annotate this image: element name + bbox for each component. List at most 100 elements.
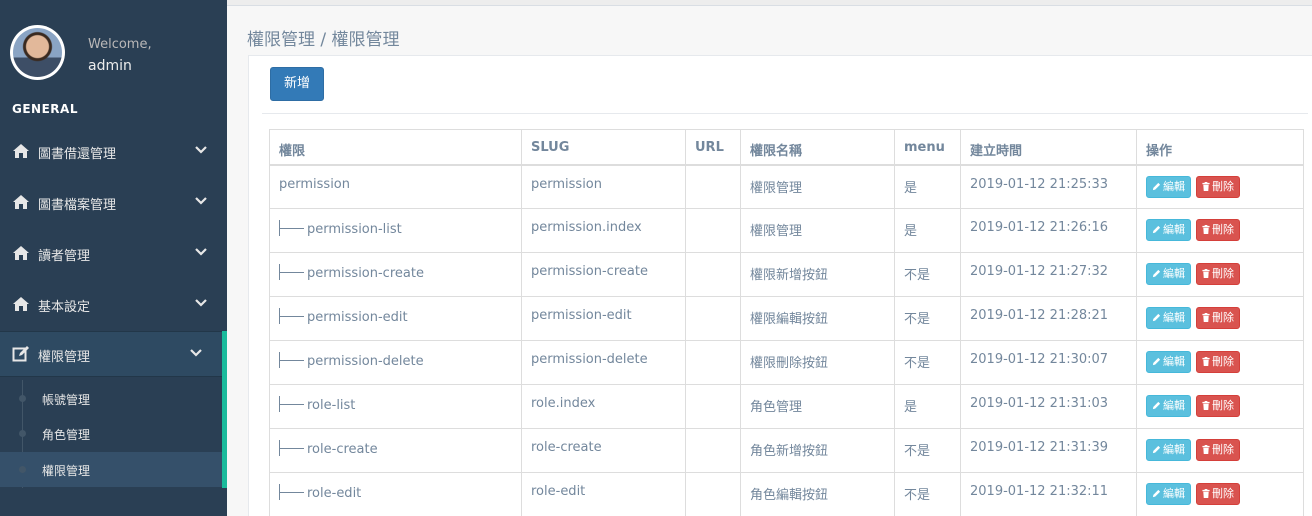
pencil-icon (1152, 355, 1163, 368)
cell-slug: permission-create (521, 252, 686, 297)
cell-permission: permission-list (269, 208, 522, 253)
cell-created: 2019-01-12 21:27:32 (960, 252, 1137, 297)
edit-label: 編輯 (1163, 399, 1185, 412)
column-header[interactable]: 建立時間 (960, 129, 1137, 166)
permission-name: role-list (307, 398, 356, 413)
chevron-down-icon (195, 299, 207, 307)
sidebar-item-readers[interactable]: 讀者管理 (0, 228, 227, 278)
sidebar-item-circulation[interactable]: 圖書借還管理 (0, 126, 227, 176)
sidebar-item-label: 圖書借還管理 (38, 147, 117, 162)
delete-button[interactable]: 刪除 (1196, 307, 1240, 329)
edit-button[interactable]: 編輯 (1146, 175, 1191, 198)
permissions-table: 權限 SLUG URL 權限名稱 menu 建立時間 操作 permission… (269, 129, 1304, 516)
column-header[interactable]: SLUG (521, 129, 686, 166)
submenu-item-accounts[interactable]: 帳號管理 (0, 381, 222, 416)
cell-permission: role-create (269, 428, 522, 473)
sidebar-item-books[interactable]: 圖書檔案管理 (0, 177, 227, 227)
cell-title: 權限管理 (740, 208, 895, 253)
edit-icon (12, 346, 29, 362)
column-header[interactable]: 權限名稱 (740, 129, 895, 166)
submenu-item-label: 角色管理 (42, 428, 91, 442)
delete-label: 刪除 (1212, 355, 1234, 368)
permission-name: permission-edit (307, 310, 408, 325)
cell-actions: 編輯 刪除 (1136, 384, 1304, 429)
avatar[interactable] (10, 25, 65, 80)
cell-title: 權限編輯按鈕 (740, 296, 895, 341)
edit-button[interactable]: 編輯 (1146, 263, 1191, 285)
delete-button[interactable]: 刪除 (1196, 219, 1240, 241)
cell-created: 2019-01-12 21:30:07 (960, 340, 1137, 385)
edit-button[interactable]: 編輯 (1146, 351, 1191, 373)
sidebar: Welcome, admin GENERAL 圖書借還管理 圖書檔案管理 讀者管… (0, 0, 227, 516)
trash-icon (1202, 311, 1212, 324)
submenu-item-permissions[interactable]: 權限管理 (0, 452, 222, 487)
sidebar-item-settings[interactable]: 基本設定 (0, 279, 227, 329)
tree-connector-icon (279, 220, 307, 236)
edit-label: 編輯 (1163, 179, 1185, 193)
top-nav (227, 0, 1312, 6)
home-icon (13, 195, 29, 209)
cell-created: 2019-01-12 21:25:33 (960, 164, 1137, 209)
column-header[interactable]: URL (685, 129, 741, 166)
trash-icon (1202, 180, 1212, 193)
trash-icon (1202, 487, 1212, 500)
cell-menu: 不是 (894, 296, 961, 341)
cell-menu: 是 (894, 384, 961, 429)
tree-connector-icon (279, 440, 307, 456)
submenu-item-roles[interactable]: 角色管理 (0, 416, 222, 451)
edit-button[interactable]: 編輯 (1146, 395, 1191, 417)
edit-button[interactable]: 編輯 (1146, 219, 1191, 241)
cell-created: 2019-01-12 21:31:39 (960, 428, 1137, 473)
pencil-icon (1152, 267, 1163, 280)
cell-url (685, 164, 741, 209)
edit-button[interactable]: 編輯 (1146, 439, 1191, 461)
table-row: permission-create permission-create 權限新增按鈕… (269, 252, 1304, 297)
cell-permission: permission-delete (269, 340, 522, 385)
edit-label: 編輯 (1163, 311, 1185, 324)
cell-url (685, 340, 741, 385)
delete-button[interactable]: 刪除 (1196, 439, 1240, 461)
chevron-down-icon (190, 349, 202, 357)
permission-name: permission-list (307, 222, 402, 237)
table-row: permission-edit permission-edit 權限編輯按鈕 不是 20… (269, 296, 1304, 341)
cell-slug: permission (521, 164, 686, 209)
trash-icon (1202, 223, 1212, 236)
breadcrumb: 權限管理 / 權限管理 (247, 30, 400, 50)
pencil-icon (1152, 399, 1163, 412)
chevron-down-icon (195, 146, 207, 154)
edit-button[interactable]: 編輯 (1146, 307, 1191, 329)
cell-url (685, 472, 741, 516)
delete-button[interactable]: 刪除 (1196, 263, 1240, 285)
cell-actions: 編輯 刪除 (1136, 208, 1304, 253)
tree-connector-icon (279, 264, 307, 280)
delete-button[interactable]: 刪除 (1196, 483, 1240, 505)
add-button[interactable]: 新增 (270, 67, 324, 101)
table-row: role-edit role-edit 角色編輯按鈕 不是 2019-01-12 21:… (269, 472, 1304, 516)
edit-button[interactable]: 編輯 (1146, 483, 1191, 505)
cell-menu: 是 (894, 164, 961, 209)
sidebar-item-permissions[interactable]: 權限管理 (0, 331, 227, 377)
pencil-icon (1152, 311, 1163, 324)
delete-button[interactable]: 刪除 (1196, 175, 1240, 198)
column-header[interactable]: 操作 (1136, 129, 1304, 166)
cell-menu: 是 (894, 208, 961, 253)
delete-button[interactable]: 刪除 (1196, 395, 1240, 417)
cell-title: 角色新增按鈕 (740, 428, 895, 473)
delete-button[interactable]: 刪除 (1196, 351, 1240, 373)
cell-created: 2019-01-12 21:26:16 (960, 208, 1137, 253)
delete-label: 刪除 (1212, 267, 1234, 280)
edit-label: 編輯 (1163, 267, 1185, 280)
sidebar-item-label: 圖書檔案管理 (38, 198, 117, 213)
tree-connector-icon (279, 484, 307, 500)
divider (262, 113, 1308, 114)
column-header[interactable]: menu (894, 129, 961, 166)
home-icon (13, 246, 29, 260)
chevron-down-icon (195, 248, 207, 256)
column-header[interactable]: 權限 (269, 129, 522, 166)
cell-menu: 不是 (894, 472, 961, 516)
cell-created: 2019-01-12 21:32:11 (960, 472, 1137, 516)
submenu: 帳號管理 角色管理 權限管理 (0, 380, 227, 488)
pencil-icon (1152, 180, 1163, 193)
table-row: permission permission 權限管理是 2019-01-12 21:2… (269, 164, 1304, 209)
cell-url (685, 384, 741, 429)
